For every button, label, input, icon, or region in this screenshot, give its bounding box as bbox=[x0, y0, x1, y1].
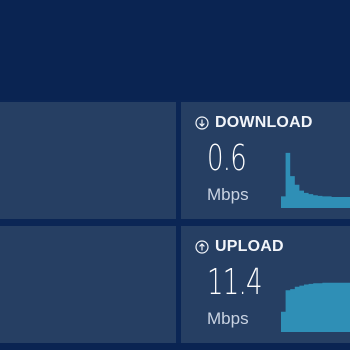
download-label: DOWNLOAD bbox=[215, 114, 313, 131]
header-band bbox=[0, 0, 350, 100]
upload-value: 11.4 bbox=[207, 262, 263, 303]
upload-panel: UPLOAD 11.4 Mbps bbox=[181, 226, 350, 343]
upload-unit: Mbps bbox=[207, 309, 249, 328]
upload-header: UPLOAD bbox=[195, 238, 284, 256]
arrow-up-circle-icon bbox=[195, 240, 209, 254]
footer-band bbox=[0, 343, 350, 350]
download-sparkline bbox=[281, 152, 350, 208]
arrow-down-circle-icon bbox=[195, 116, 209, 130]
download-left-panel bbox=[0, 102, 176, 219]
upload-label: UPLOAD bbox=[215, 238, 284, 255]
download-value: 0.6 bbox=[207, 138, 247, 179]
download-unit: Mbps bbox=[207, 185, 249, 204]
download-header: DOWNLOAD bbox=[195, 114, 313, 132]
upload-left-panel bbox=[0, 226, 176, 343]
download-panel: DOWNLOAD 0.6 Mbps bbox=[181, 102, 350, 219]
sparkline-area bbox=[281, 152, 350, 208]
upload-sparkline bbox=[281, 282, 350, 332]
sparkline-area bbox=[281, 282, 350, 332]
